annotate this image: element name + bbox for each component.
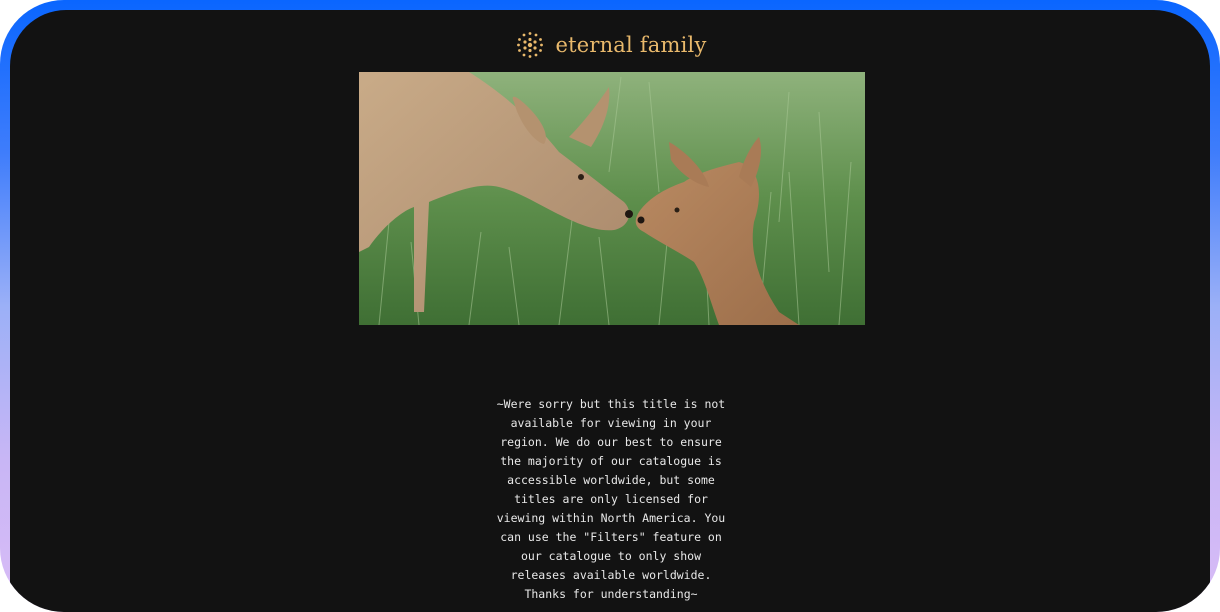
- hero-image: [359, 72, 865, 325]
- app-screen: eternal family ~Were sorry but this titl…: [10, 10, 1210, 612]
- brand-header[interactable]: eternal family: [10, 28, 1210, 62]
- sunburst-dots-icon: [517, 32, 544, 58]
- region-unavailable-message: ~Were sorry but this title is not availa…: [496, 397, 726, 601]
- brand-name: eternal family: [555, 33, 707, 57]
- device-frame: eternal family ~Were sorry but this titl…: [0, 0, 1220, 612]
- deer-kissing-fawn-image: [359, 72, 865, 325]
